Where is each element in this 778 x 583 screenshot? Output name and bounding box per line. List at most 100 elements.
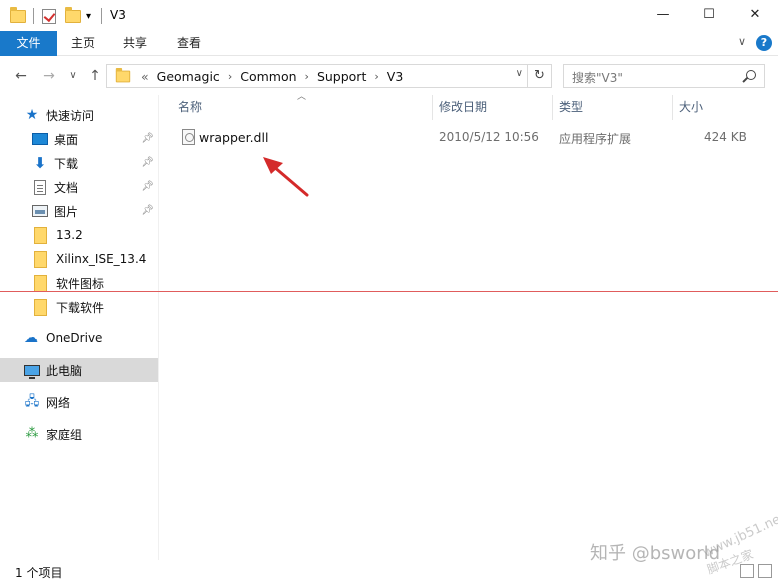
folder-icon <box>34 274 47 292</box>
search-box[interactable]: 搜索"V3" <box>563 64 765 88</box>
tab-share[interactable]: 共享 <box>114 31 156 56</box>
column-divider[interactable] <box>432 95 433 120</box>
minimize-button[interactable]: — <box>640 0 686 31</box>
star-icon: ★ <box>25 107 39 123</box>
breadcrumb-separator-icon: › <box>304 69 309 83</box>
column-divider[interactable] <box>672 95 673 120</box>
file-name[interactable]: wrapper.dll <box>199 130 268 145</box>
sidebar-item-documents[interactable]: 文档 📌︎ <box>0 175 158 199</box>
pin-icon[interactable]: 📌︎ <box>141 133 154 144</box>
sidebar-item-homegroup[interactable]: ⁂ 家庭组 <box>0 422 158 446</box>
navigation-pane: ★ 快速访问 桌面 📌︎ ⬇ 下载 📌︎ 文档 📌︎ 图片 📌︎ 13.2 Xi… <box>0 95 158 560</box>
breadcrumb-separator-icon: › <box>227 69 233 83</box>
cloud-icon: ☁ <box>24 330 38 346</box>
tab-view[interactable]: 查看 <box>168 31 210 56</box>
pin-icon[interactable]: 📌︎ <box>141 205 154 216</box>
close-button[interactable]: ✕ <box>732 0 778 31</box>
pictures-icon <box>32 205 48 217</box>
pin-icon[interactable]: 📌︎ <box>141 181 154 192</box>
sidebar-item-label: 下载软件 <box>56 300 105 315</box>
properties-check-icon[interactable] <box>42 6 56 26</box>
sidebar-item-pictures[interactable]: 图片 📌︎ <box>0 199 158 223</box>
file-modified: 2010/5/12 10:56 <box>439 130 539 144</box>
title-bar: ▾ V3 — ☐ ✕ <box>0 0 778 31</box>
address-folder-icon <box>115 67 131 82</box>
annotation-line <box>0 291 778 292</box>
column-header-name[interactable]: 名称 <box>178 95 428 120</box>
new-folder-icon[interactable] <box>65 6 81 26</box>
sidebar-item-label: 此电脑 <box>46 363 83 378</box>
folder-icon <box>34 250 47 268</box>
sidebar-item-label: Xilinx_ISE_13.4 <box>56 252 147 266</box>
annotation-arrow <box>263 157 309 197</box>
search-icon[interactable] <box>746 70 756 80</box>
tab-file[interactable]: 文件 <box>0 31 57 56</box>
breadcrumb-overflow[interactable]: « <box>141 69 149 84</box>
pin-icon[interactable]: 📌︎ <box>141 157 154 168</box>
sidebar-item-label: 软件图标 <box>56 276 105 291</box>
window-title: V3 <box>110 8 126 22</box>
forward-button[interactable]: → <box>38 65 60 87</box>
sidebar-item-label: 家庭组 <box>46 427 83 442</box>
help-icon[interactable]: ? <box>756 35 772 51</box>
navigation-bar: ← → ∨ ↑ « Geomagic › Common › Support › … <box>0 61 778 91</box>
sidebar-item-quick-access[interactable]: ★ 快速访问 <box>0 103 158 127</box>
up-button[interactable]: ↑ <box>84 65 106 87</box>
breadcrumb-support[interactable]: Support <box>317 69 366 84</box>
sidebar-item-label: 下载 <box>54 156 79 171</box>
address-dropdown-icon[interactable]: ∨ <box>516 68 523 79</box>
sidebar-item-folder-download-software[interactable]: 下载软件 <box>0 295 158 319</box>
ribbon-tabs: 文件 主页 共享 查看 ∨ ? <box>0 31 778 56</box>
sidebar-item-label: OneDrive <box>46 331 103 345</box>
network-icon: 🖧︎ <box>24 394 40 409</box>
file-type: 应用程序扩展 <box>559 132 632 146</box>
quick-access-folder-icon[interactable] <box>10 6 26 26</box>
homegroup-icon: ⁂ <box>25 426 39 441</box>
folder-icon <box>34 298 47 316</box>
sidebar-item-label: 图片 <box>54 204 79 219</box>
customize-toolbar-icon[interactable]: ▾ <box>86 6 91 26</box>
breadcrumb-geomagic[interactable]: Geomagic <box>157 69 220 84</box>
sidebar-item-label: 13.2 <box>56 228 83 242</box>
breadcrumb-separator-icon: › <box>374 69 379 83</box>
sidebar-item-downloads[interactable]: ⬇ 下载 📌︎ <box>0 151 158 175</box>
search-input[interactable]: 搜索"V3" <box>572 69 623 86</box>
sidebar-item-label: 桌面 <box>54 132 79 147</box>
sidebar-item-network[interactable]: 🖧︎ 网络 <box>0 390 158 414</box>
sidebar-item-desktop[interactable]: 桌面 📌︎ <box>0 127 158 151</box>
file-row[interactable]: wrapper.dll 2010/5/12 10:56 应用程序扩展 424 K… <box>173 125 766 151</box>
document-icon <box>34 179 46 195</box>
sidebar-item-label: 文档 <box>54 180 79 195</box>
large-icons-view-icon[interactable] <box>758 564 772 578</box>
breadcrumb-common[interactable]: Common <box>240 69 296 84</box>
computer-icon <box>24 364 40 379</box>
sidebar-item-folder-13-2[interactable]: 13.2 <box>0 223 158 247</box>
recent-locations-button[interactable]: ∨ <box>62 65 84 87</box>
sidebar-item-label: 快速访问 <box>46 108 95 123</box>
title-separator <box>101 6 102 26</box>
breadcrumb-v3[interactable]: V3 <box>387 69 404 84</box>
refresh-button[interactable]: ↻ <box>527 65 551 87</box>
column-divider[interactable] <box>552 95 553 120</box>
qa-separator <box>33 6 34 26</box>
column-header-type[interactable]: 类型 <box>559 95 669 120</box>
folder-icon <box>34 226 47 244</box>
item-count: 1 个项目 <box>15 566 63 580</box>
column-header-modified[interactable]: 修改日期 <box>439 95 549 120</box>
sidebar-item-onedrive[interactable]: ☁ OneDrive <box>0 326 158 350</box>
back-button[interactable]: ← <box>10 65 32 87</box>
tab-home[interactable]: 主页 <box>62 31 104 56</box>
column-header-size[interactable]: 大小 <box>679 95 759 120</box>
maximize-button[interactable]: ☐ <box>686 0 732 31</box>
ribbon-expand-icon[interactable]: ∨ <box>738 35 746 48</box>
sidebar-item-label: 网络 <box>46 395 71 410</box>
watermark-text: 知乎 @bsworld <box>590 543 721 564</box>
address-bar[interactable]: « Geomagic › Common › Support › V3 ∨ ↻ <box>106 64 552 88</box>
desktop-icon <box>32 133 48 145</box>
sidebar-item-folder-xilinx[interactable]: Xilinx_ISE_13.4 <box>0 247 158 271</box>
file-size: 424 KB <box>704 130 747 144</box>
pane-divider[interactable] <box>158 95 159 560</box>
sidebar-item-this-pc[interactable]: 此电脑 <box>0 358 158 382</box>
download-icon: ⬇ <box>33 154 47 172</box>
dll-file-icon <box>182 129 195 145</box>
